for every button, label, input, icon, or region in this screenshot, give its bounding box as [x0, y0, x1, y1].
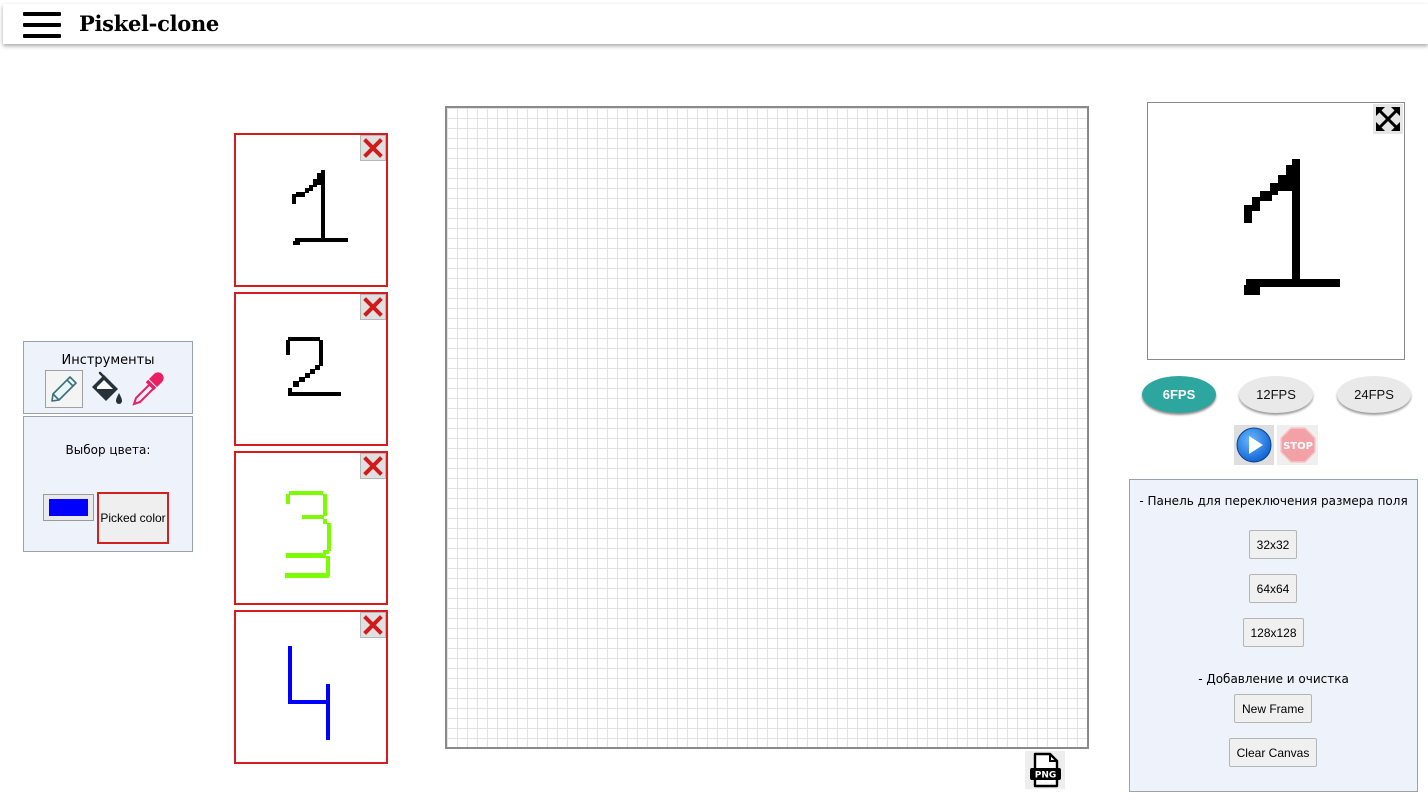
- stop-sign-icon: STOP: [1279, 427, 1316, 463]
- fps-24-button[interactable]: 24FPS: [1337, 376, 1411, 413]
- clear-canvas-button[interactable]: Clear Canvas: [1229, 738, 1317, 767]
- svg-text:PNG: PNG: [1035, 771, 1057, 781]
- app-title: Piskel-clone: [79, 11, 219, 36]
- frame-2[interactable]: [234, 292, 388, 446]
- add-clear-title: - Добавление и очистка: [1198, 672, 1349, 686]
- pencil-tool-button[interactable]: [45, 370, 83, 408]
- size-128-button[interactable]: 128x128: [1243, 618, 1304, 647]
- play-button[interactable]: [1234, 425, 1274, 465]
- preview-frame-image: [1244, 159, 1340, 295]
- png-export-icon: PNG: [1030, 752, 1061, 788]
- tools-panel: Инструменты: [23, 341, 193, 414]
- stop-button[interactable]: STOP: [1277, 425, 1318, 465]
- drawing-canvas[interactable]: [445, 106, 1089, 749]
- close-icon: [363, 138, 383, 158]
- current-color-swatch: [49, 499, 88, 516]
- export-png-button[interactable]: PNG: [1025, 751, 1065, 789]
- color-title: Выбор цвета:: [65, 443, 151, 457]
- frame-4[interactable]: [234, 610, 388, 764]
- frame-1[interactable]: [234, 133, 388, 287]
- stop-label: STOP: [1283, 441, 1313, 452]
- delete-frame-4-button[interactable]: [360, 612, 386, 638]
- fps-12-button[interactable]: 12FPS: [1239, 376, 1313, 413]
- fullscreen-icon: [1376, 107, 1400, 131]
- fullscreen-button[interactable]: [1373, 104, 1403, 134]
- play-icon: [1236, 427, 1272, 463]
- color-panel: Выбор цвета: Picked color: [23, 416, 193, 552]
- color-input[interactable]: [43, 494, 94, 521]
- delete-frame-2-button[interactable]: [360, 294, 386, 320]
- tools-title: Инструменты: [61, 353, 155, 368]
- picked-color-button[interactable]: Picked color: [97, 492, 169, 544]
- close-icon: [363, 615, 383, 635]
- size-64-button[interactable]: 64x64: [1249, 574, 1297, 603]
- eyedropper-tool-button[interactable]: [128, 370, 166, 408]
- paint-bucket-icon: [92, 371, 122, 404]
- close-icon: [363, 456, 383, 476]
- animation-preview: [1147, 102, 1405, 360]
- close-icon: [363, 297, 383, 317]
- size-panel-title: - Панель для переключения размера поля: [1139, 494, 1408, 508]
- size-32-button[interactable]: 32x32: [1249, 530, 1297, 559]
- pencil-icon: [51, 376, 77, 402]
- size-panel: - Панель для переключения размера поля 3…: [1129, 479, 1418, 792]
- delete-frame-1-button[interactable]: [360, 135, 386, 161]
- fps-6-button[interactable]: 6FPS: [1142, 376, 1216, 413]
- eyedropper-icon: [132, 372, 164, 406]
- frame-3[interactable]: [234, 451, 388, 605]
- new-frame-button[interactable]: New Frame: [1234, 694, 1312, 723]
- top-bar: Piskel-clone: [3, 4, 1428, 44]
- paint-bucket-tool-button[interactable]: [87, 370, 125, 408]
- delete-frame-3-button[interactable]: [360, 453, 386, 479]
- menu-icon[interactable]: [23, 10, 61, 40]
